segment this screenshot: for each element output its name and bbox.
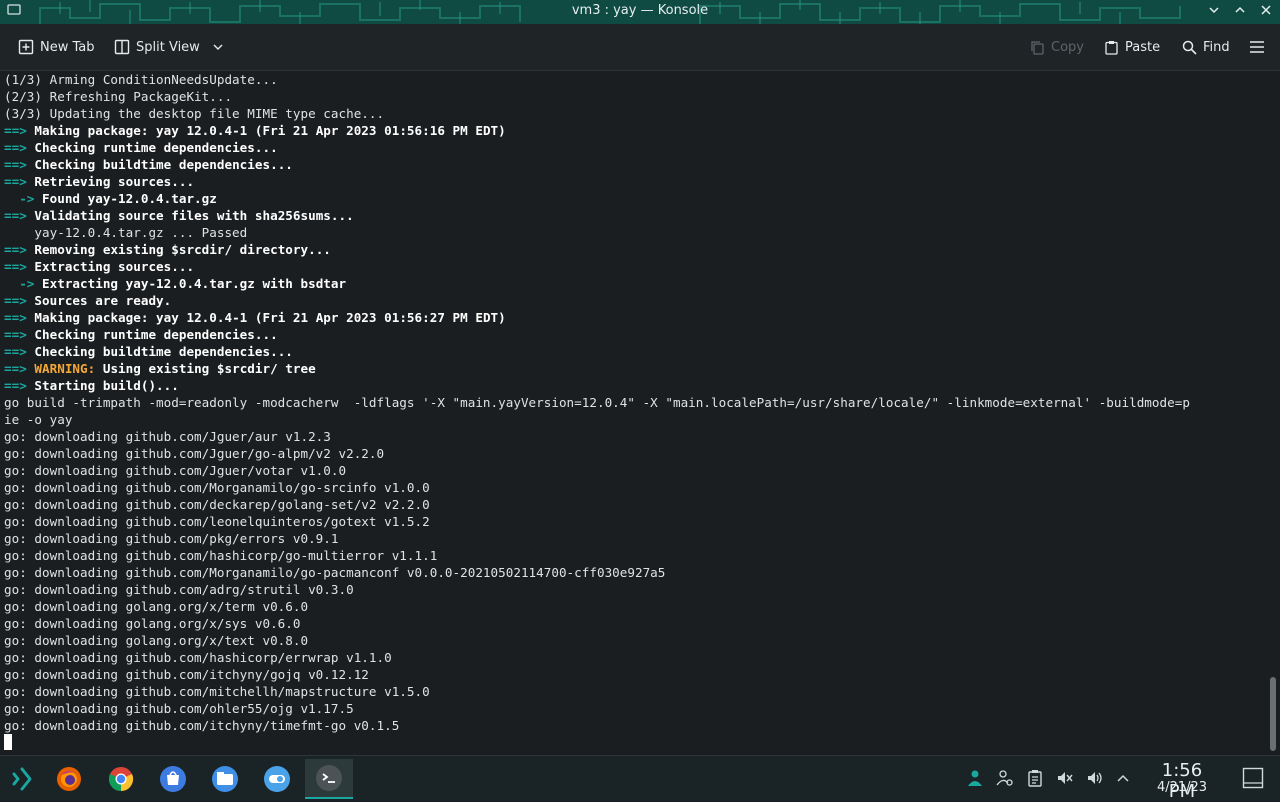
terminal-line: ==> Making package: yay 12.0.4-1 (Fri 21… bbox=[4, 310, 506, 325]
volume-icon[interactable] bbox=[1084, 766, 1106, 790]
copy-button[interactable]: Copy bbox=[1030, 35, 1084, 59]
terminal-line: (3/3) Updating the desktop file MIME typ… bbox=[4, 106, 385, 121]
expand-tray-icon[interactable] bbox=[1112, 766, 1134, 790]
terminal-line: go build -trimpath -mod=readonly -modcac… bbox=[4, 395, 1190, 410]
user-icon[interactable] bbox=[964, 766, 986, 790]
terminal-line: yay-12.0.4.tar.gz ... Passed bbox=[4, 225, 248, 240]
new-tab-icon bbox=[18, 39, 34, 55]
chrome-icon[interactable] bbox=[101, 759, 141, 799]
terminal-line: ==> Validating source files with sha256s… bbox=[4, 208, 354, 223]
terminal-line: go: downloading github.com/Jguer/go-alpm… bbox=[4, 446, 385, 461]
taskbar bbox=[0, 755, 1280, 801]
terminal-line: -> Extracting yay-12.0.4.tar.gz with bsd… bbox=[4, 276, 347, 291]
terminal-line: go: downloading github.com/adrg/strutil … bbox=[4, 582, 354, 597]
settings-icon[interactable] bbox=[257, 759, 297, 799]
new-tab-button[interactable]: New Tab bbox=[18, 35, 95, 59]
chevron-down-icon[interactable] bbox=[212, 41, 224, 53]
terminal-line: (1/3) Arming ConditionNeedsUpdate... bbox=[4, 72, 278, 87]
terminal-line: ==> Making package: yay 12.0.4-1 (Fri 21… bbox=[4, 123, 506, 138]
terminal-line: ==> Sources are ready. bbox=[4, 293, 172, 308]
terminal-line: go: downloading github.com/leonelquinter… bbox=[4, 514, 430, 529]
terminal-line: go: downloading golang.org/x/sys v0.6.0 bbox=[4, 616, 301, 631]
terminal-line: go: downloading github.com/hashicorp/go-… bbox=[4, 548, 438, 563]
terminal-line: go: downloading github.com/itchyny/timef… bbox=[4, 718, 400, 733]
clock-date[interactable]: 4/21/23 bbox=[1146, 780, 1218, 795]
terminal-line: ==> Checking buildtime dependencies... bbox=[4, 157, 293, 172]
window-menu-icon[interactable] bbox=[4, 2, 24, 22]
terminal-line: go: downloading github.com/Morganamilo/g… bbox=[4, 480, 430, 495]
firefox-icon[interactable] bbox=[49, 759, 89, 799]
discover-icon[interactable] bbox=[153, 759, 193, 799]
terminal-line: ==> Checking runtime dependencies... bbox=[4, 140, 278, 155]
close-icon[interactable] bbox=[1256, 2, 1276, 22]
application-launcher-icon[interactable] bbox=[2, 759, 42, 799]
find-label: Find bbox=[1203, 39, 1230, 55]
konsole-toolbar: New Tab Split View Copy Paste Find bbox=[0, 24, 1280, 71]
terminal-line: ==> Extracting sources... bbox=[4, 259, 195, 274]
terminal-line: ==> Checking buildtime dependencies... bbox=[4, 344, 293, 359]
minimize-icon[interactable] bbox=[1204, 2, 1224, 22]
konsole-icon[interactable] bbox=[305, 759, 353, 799]
paste-icon bbox=[1105, 40, 1118, 55]
terminal-prompt-line[interactable] bbox=[0, 734, 1266, 751]
split-view-label: Split View bbox=[136, 39, 200, 55]
audio-muted-icon[interactable] bbox=[1054, 766, 1076, 790]
search-icon bbox=[1182, 40, 1197, 55]
terminal-line: go: downloading github.com/mitchellh/map… bbox=[4, 684, 430, 699]
find-button[interactable]: Find bbox=[1182, 35, 1230, 59]
terminal-line: go: downloading golang.org/x/term v0.6.0 bbox=[4, 599, 309, 614]
terminal-line: go: downloading golang.org/x/text v0.8.0 bbox=[4, 633, 309, 648]
window-title: vm3 : yay — Konsole bbox=[571, 3, 709, 18]
terminal-line: ==> Retrieving sources... bbox=[4, 174, 195, 189]
maximize-icon[interactable] bbox=[1230, 2, 1250, 22]
terminal-line: go: downloading github.com/ohler55/ojg v… bbox=[4, 701, 354, 716]
terminal-line: ==> Starting build()... bbox=[4, 378, 179, 393]
terminal-line: ==> Removing existing $srcdir/ directory… bbox=[4, 242, 331, 257]
show-desktop-icon[interactable] bbox=[1240, 764, 1266, 792]
terminal-line: go: downloading github.com/Jguer/votar v… bbox=[4, 463, 347, 478]
terminal-line: ==> Checking runtime dependencies... bbox=[4, 327, 278, 342]
copy-icon bbox=[1031, 40, 1044, 55]
text-cursor bbox=[4, 734, 12, 750]
split-view-button[interactable]: Split View bbox=[114, 35, 224, 59]
paste-label: Paste bbox=[1125, 39, 1161, 55]
terminal-line: go: downloading github.com/hashicorp/err… bbox=[4, 650, 392, 665]
terminal-line: (2/3) Refreshing PackageKit... bbox=[4, 89, 233, 104]
hamburger-menu-button[interactable] bbox=[1249, 35, 1265, 59]
scrollbar-thumb[interactable] bbox=[1270, 677, 1276, 751]
hamburger-menu-icon bbox=[1250, 41, 1264, 53]
terminal-line: -> Found yay-12.0.4.tar.gz bbox=[4, 191, 217, 206]
dolphin-icon[interactable] bbox=[205, 759, 245, 799]
terminal-scrollbar[interactable] bbox=[1266, 71, 1280, 755]
copy-label: Copy bbox=[1051, 39, 1084, 55]
terminal-line: go: downloading github.com/itchyny/gojq … bbox=[4, 667, 369, 682]
terminal-line: go: downloading github.com/Jguer/aur v1.… bbox=[4, 429, 331, 444]
terminal-line: go: downloading github.com/Morganamilo/g… bbox=[4, 565, 666, 580]
terminal-line: go: downloading github.com/pkg/errors v0… bbox=[4, 531, 339, 546]
new-tab-label: New Tab bbox=[40, 39, 95, 55]
accounts-icon[interactable] bbox=[994, 766, 1016, 790]
terminal-line: ie -o yay bbox=[4, 412, 73, 427]
window-titlebar[interactable]: vm3 : yay — Konsole bbox=[0, 0, 1280, 24]
clipboard-icon[interactable] bbox=[1024, 766, 1046, 790]
terminal-line: ==> WARNING: Using existing $srcdir/ tre… bbox=[4, 361, 316, 376]
terminal-line: go: downloading github.com/deckarep/gola… bbox=[4, 497, 430, 512]
split-view-icon bbox=[114, 39, 130, 55]
paste-button[interactable]: Paste bbox=[1104, 35, 1160, 59]
terminal-output[interactable]: (1/3) Arming ConditionNeedsUpdate... (2/3… bbox=[0, 71, 1266, 755]
